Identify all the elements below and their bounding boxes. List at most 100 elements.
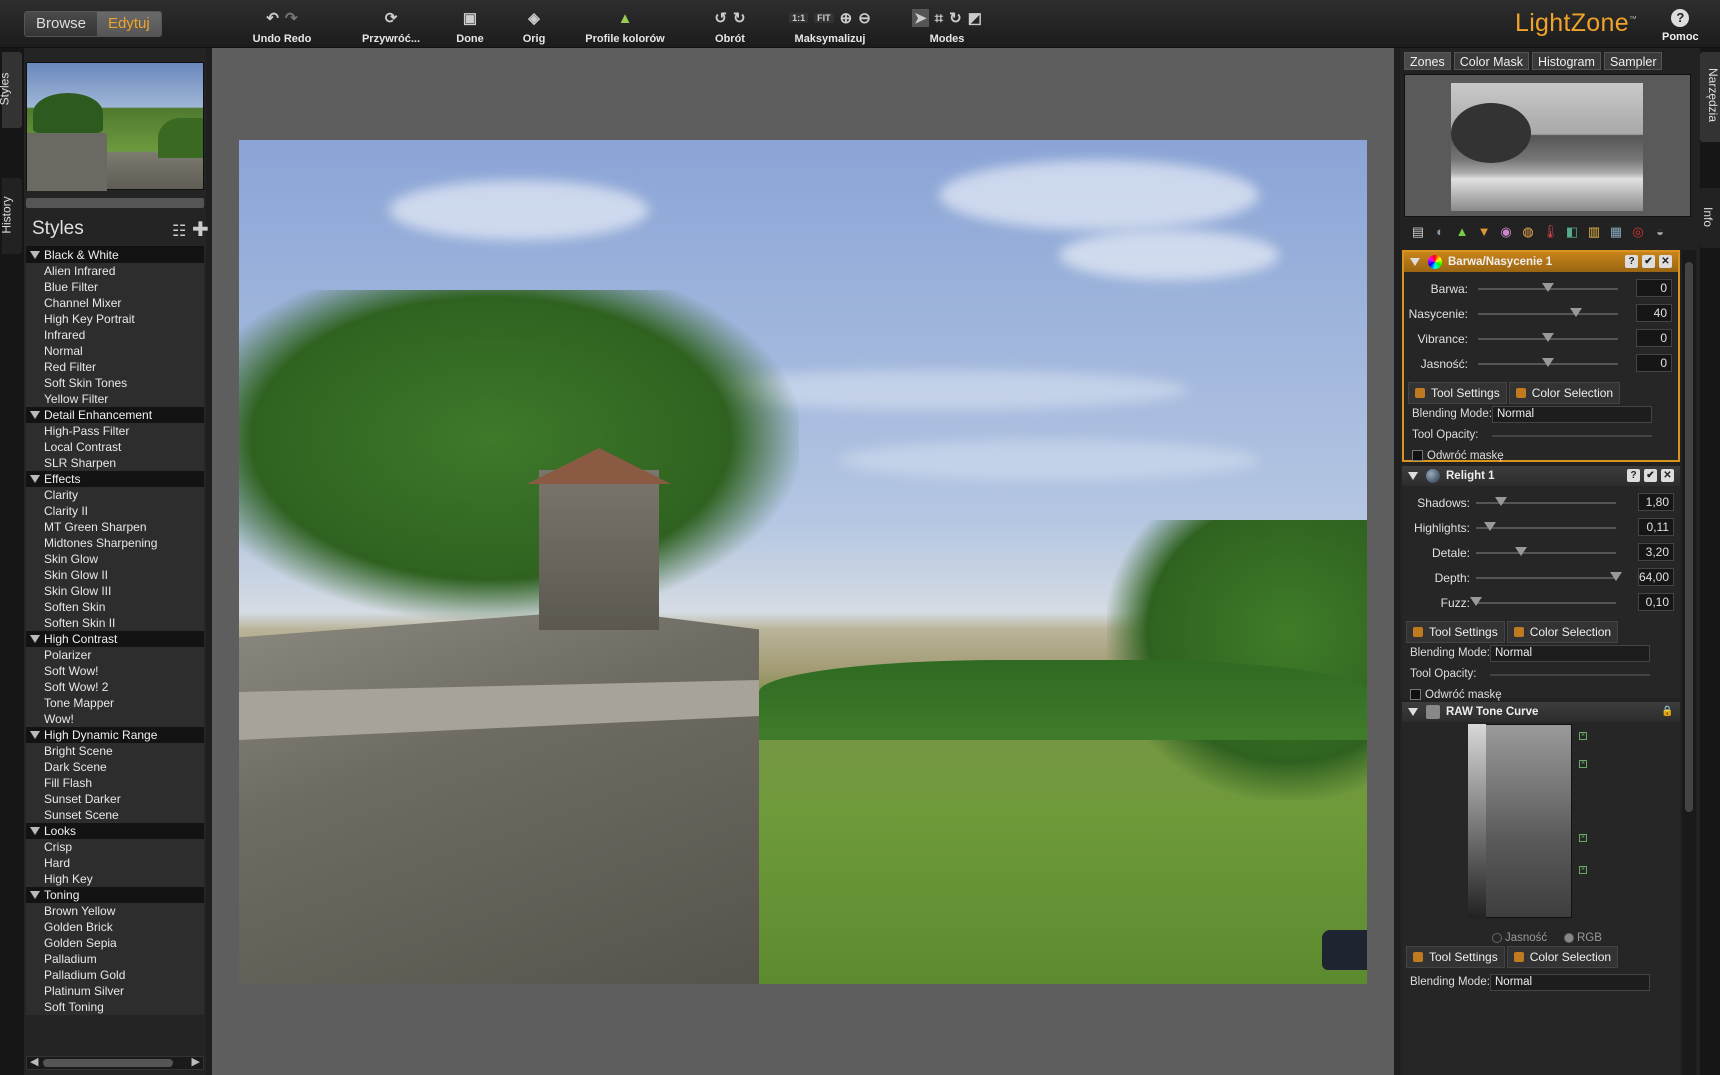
- hue-saturation-icon[interactable]: ◉: [1498, 224, 1514, 242]
- color-profiles-button[interactable]: ▲ Profile kolorów: [580, 7, 670, 46]
- slider-value-field[interactable]: 40: [1636, 304, 1672, 322]
- lock-icon[interactable]: 🔒: [1661, 705, 1674, 718]
- tab-history[interactable]: History: [0, 178, 22, 254]
- tab-zones[interactable]: Zones: [1404, 52, 1451, 70]
- slider-track[interactable]: [1476, 602, 1616, 604]
- tab-styles[interactable]: Styles: [0, 52, 22, 128]
- slider-value-field[interactable]: 3,20: [1638, 543, 1674, 561]
- slider-value-field[interactable]: 64,00: [1638, 568, 1674, 586]
- hue-saturation-header[interactable]: Barwa/Nasycenie 1 ? ✔ ✕: [1404, 252, 1678, 272]
- style-item[interactable]: MT Green Sharpen: [26, 519, 204, 535]
- add-style-icon[interactable]: ✚: [192, 217, 209, 242]
- invert-mask-checkbox[interactable]: [1410, 689, 1421, 701]
- style-item[interactable]: Channel Mixer: [26, 295, 204, 311]
- style-item[interactable]: Midtones Sharpening: [26, 535, 204, 551]
- style-item[interactable]: Crisp: [26, 839, 204, 855]
- rgb-radio[interactable]: RGB: [1564, 932, 1602, 944]
- scroll-right-icon[interactable]: ▶: [192, 1055, 200, 1068]
- tools-vertical-scrollbar[interactable]: [1682, 250, 1696, 1075]
- invert-mask-row[interactable]: Odwróć maskę: [1404, 446, 1678, 467]
- slider-knob[interactable]: [1514, 547, 1527, 556]
- blending-mode-select[interactable]: Normal: [1490, 645, 1650, 662]
- list-view-icon[interactable]: ☷: [172, 221, 186, 241]
- slider-value-field[interactable]: 0,10: [1638, 593, 1674, 611]
- zoom-1to1-button[interactable]: 1:1: [789, 13, 809, 23]
- zoom-out-icon[interactable]: ⊖: [858, 9, 871, 27]
- style-item[interactable]: Red Filter: [26, 359, 204, 375]
- style-item[interactable]: Platinum Silver: [26, 983, 204, 999]
- close-icon[interactable]: ✕: [1659, 255, 1672, 268]
- style-item[interactable]: Skin Glow: [26, 551, 204, 567]
- maximize-label[interactable]: Maksymalizuj: [782, 33, 878, 45]
- slider-track[interactable]: [1478, 313, 1618, 315]
- raw-tone-curve-header[interactable]: RAW Tone Curve 🔒: [1402, 702, 1680, 722]
- red-eye-icon[interactable]: ◎: [1630, 224, 1646, 242]
- scroll-left-icon[interactable]: ◀: [30, 1055, 38, 1068]
- style-item[interactable]: Tone Mapper: [26, 695, 204, 711]
- style-item[interactable]: Bright Scene: [26, 743, 204, 759]
- zoom-in-icon[interactable]: ⊕: [840, 9, 853, 27]
- tab-sampler[interactable]: Sampler: [1603, 52, 1663, 70]
- noise-icon[interactable]: ▦: [1608, 224, 1624, 242]
- style-category[interactable]: Detail Enhancement: [26, 407, 204, 423]
- style-item[interactable]: SLR Sharpen: [26, 455, 204, 471]
- style-category[interactable]: Toning: [26, 887, 204, 903]
- relight-icon[interactable]: ◐: [1432, 224, 1448, 242]
- styles-horizontal-scrollbar[interactable]: ◀ ▶: [26, 1056, 204, 1070]
- tool-opacity-slider[interactable]: [1492, 435, 1652, 437]
- crop-icon[interactable]: ⌗: [935, 10, 943, 27]
- style-item[interactable]: Dark Scene: [26, 759, 204, 775]
- slider-value-field[interactable]: 0,11: [1638, 518, 1674, 536]
- color-selection-tab[interactable]: Color Selection: [1506, 621, 1619, 643]
- slider-value-field[interactable]: 0: [1636, 329, 1672, 347]
- style-item[interactable]: Local Contrast: [26, 439, 204, 455]
- slider-knob[interactable]: [1484, 522, 1496, 531]
- tool-opacity-slider[interactable]: [1490, 674, 1650, 676]
- style-item[interactable]: Sunset Darker: [26, 791, 204, 807]
- slider-value-field[interactable]: 1,80: [1638, 493, 1674, 511]
- style-item[interactable]: Skin Glow III: [26, 583, 204, 599]
- blending-mode-select[interactable]: Normal: [1490, 974, 1650, 991]
- revert-button[interactable]: ⟳ Przywróć...: [356, 7, 426, 45]
- rotate-button[interactable]: ↺ ↻ Obrót: [706, 7, 754, 45]
- slider-knob[interactable]: [1570, 308, 1582, 317]
- style-item[interactable]: Alien Infrared: [26, 263, 204, 279]
- style-item[interactable]: High Key Portrait: [26, 311, 204, 327]
- help-button[interactable]: ? Pomoc: [1662, 9, 1699, 43]
- pointer-icon[interactable]: ➤: [912, 9, 929, 27]
- channel-mixer-icon[interactable]: ◧: [1564, 224, 1580, 242]
- tool-settings-tab[interactable]: Tool Settings: [1408, 382, 1507, 404]
- tab-tools[interactable]: Narzędzia: [1700, 52, 1720, 142]
- style-item[interactable]: Sunset Scene: [26, 807, 204, 823]
- style-item[interactable]: Clarity: [26, 487, 204, 503]
- tool-settings-tab[interactable]: Tool Settings: [1406, 621, 1505, 643]
- curve-point-icon[interactable]: ×: [1579, 760, 1587, 768]
- slider-knob[interactable]: [1495, 497, 1508, 506]
- style-item[interactable]: Clarity II: [26, 503, 204, 519]
- style-item[interactable]: Infrared: [26, 327, 204, 343]
- enable-checkbox[interactable]: ✔: [1644, 469, 1657, 482]
- white-balance-icon[interactable]: 🌡: [1542, 224, 1559, 242]
- orig-button[interactable]: ◈ Orig: [514, 7, 554, 45]
- blur-icon[interactable]: ▼: [1476, 224, 1492, 242]
- sharpen-icon[interactable]: ▲: [1454, 224, 1470, 242]
- style-item[interactable]: Fill Flash: [26, 775, 204, 791]
- tab-info[interactable]: Info: [1700, 188, 1720, 248]
- color-selection-tab[interactable]: Color Selection: [1508, 382, 1621, 404]
- style-item[interactable]: Golden Sepia: [26, 935, 204, 951]
- curve-point-icon[interactable]: ×: [1579, 834, 1587, 842]
- help-icon[interactable]: ?: [1625, 255, 1638, 268]
- style-item[interactable]: High-Pass Filter: [26, 423, 204, 439]
- done-button[interactable]: ▣ Done: [450, 7, 490, 45]
- edited-photo[interactable]: [239, 140, 1367, 984]
- style-category[interactable]: Black & White: [26, 247, 204, 263]
- tool-settings-tab[interactable]: Tool Settings: [1406, 946, 1505, 968]
- image-canvas[interactable]: [212, 48, 1394, 1075]
- slider-knob[interactable]: [1610, 572, 1622, 581]
- tab-color-mask[interactable]: Color Mask: [1453, 52, 1529, 70]
- slider-value-field[interactable]: 0: [1636, 354, 1672, 372]
- relight-header[interactable]: Relight 1 ? ✔ ✕: [1402, 466, 1680, 486]
- blending-mode-select[interactable]: Normal: [1492, 406, 1652, 423]
- style-item[interactable]: Soft Toning: [26, 999, 204, 1015]
- style-item[interactable]: Wow!: [26, 711, 204, 727]
